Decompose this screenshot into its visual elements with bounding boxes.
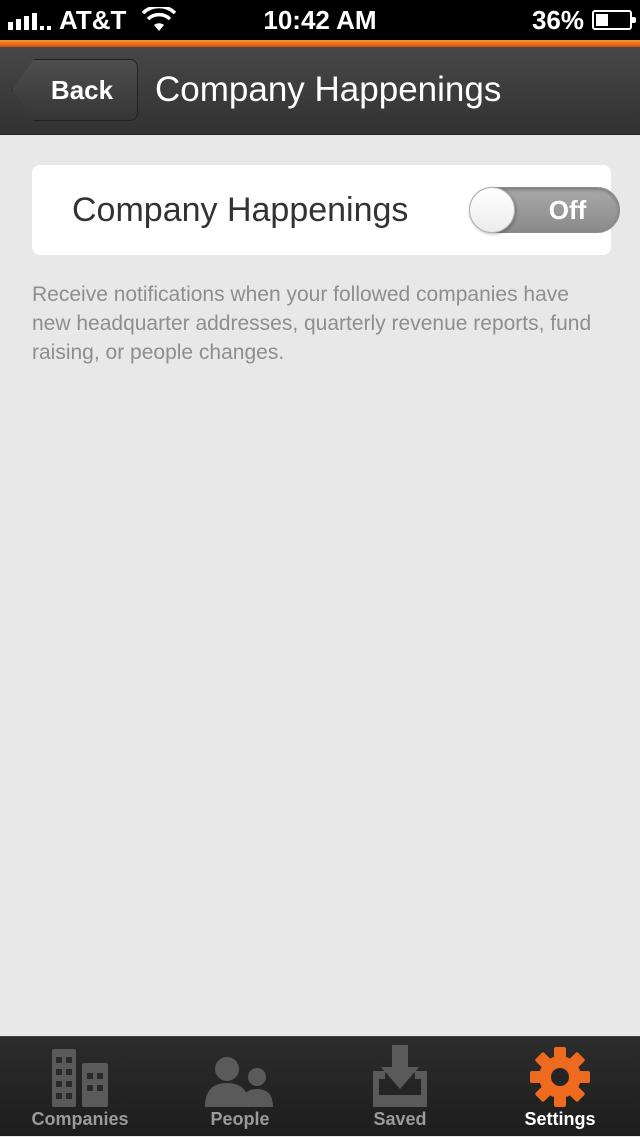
- gear-icon: [530, 1047, 590, 1107]
- toggle-knob: [469, 187, 515, 233]
- accent-strip: [0, 40, 640, 47]
- download-tray-icon: [373, 1045, 427, 1107]
- company-happenings-toggle[interactable]: Off: [469, 187, 620, 233]
- battery-icon: [592, 10, 636, 30]
- setting-description: Receive notifications when your followed…: [32, 283, 592, 364]
- tab-label-saved: Saved: [373, 1109, 427, 1129]
- page-title: Company Happenings: [155, 70, 502, 109]
- tab-label-people: People: [210, 1109, 270, 1129]
- setting-card: Company Happenings Off: [32, 165, 620, 255]
- tab-label-settings: Settings: [524, 1109, 596, 1129]
- tab-companies[interactable]: Companies: [0, 1037, 160, 1137]
- tab-bar: Companies People Saved Settings: [0, 1036, 640, 1136]
- tab-saved[interactable]: Saved: [320, 1037, 480, 1137]
- back-button[interactable]: Back: [12, 59, 138, 121]
- battery-level: [596, 14, 608, 26]
- tab-label-companies: Companies: [31, 1109, 129, 1129]
- setting-label: Company Happenings: [72, 191, 409, 229]
- tab-settings[interactable]: Settings: [480, 1037, 640, 1137]
- tab-people[interactable]: People: [160, 1037, 320, 1137]
- status-bar: AT&T 10:42 AM 36%: [0, 0, 640, 40]
- navigation-bar: Back Company Happenings: [0, 47, 640, 135]
- buildings-icon: [52, 1049, 108, 1107]
- battery-percent: 36%: [531, 4, 584, 35]
- toggle-state-label: Off: [548, 195, 587, 225]
- battery-group: 36%: [531, 4, 636, 36]
- people-icon: [205, 1057, 273, 1107]
